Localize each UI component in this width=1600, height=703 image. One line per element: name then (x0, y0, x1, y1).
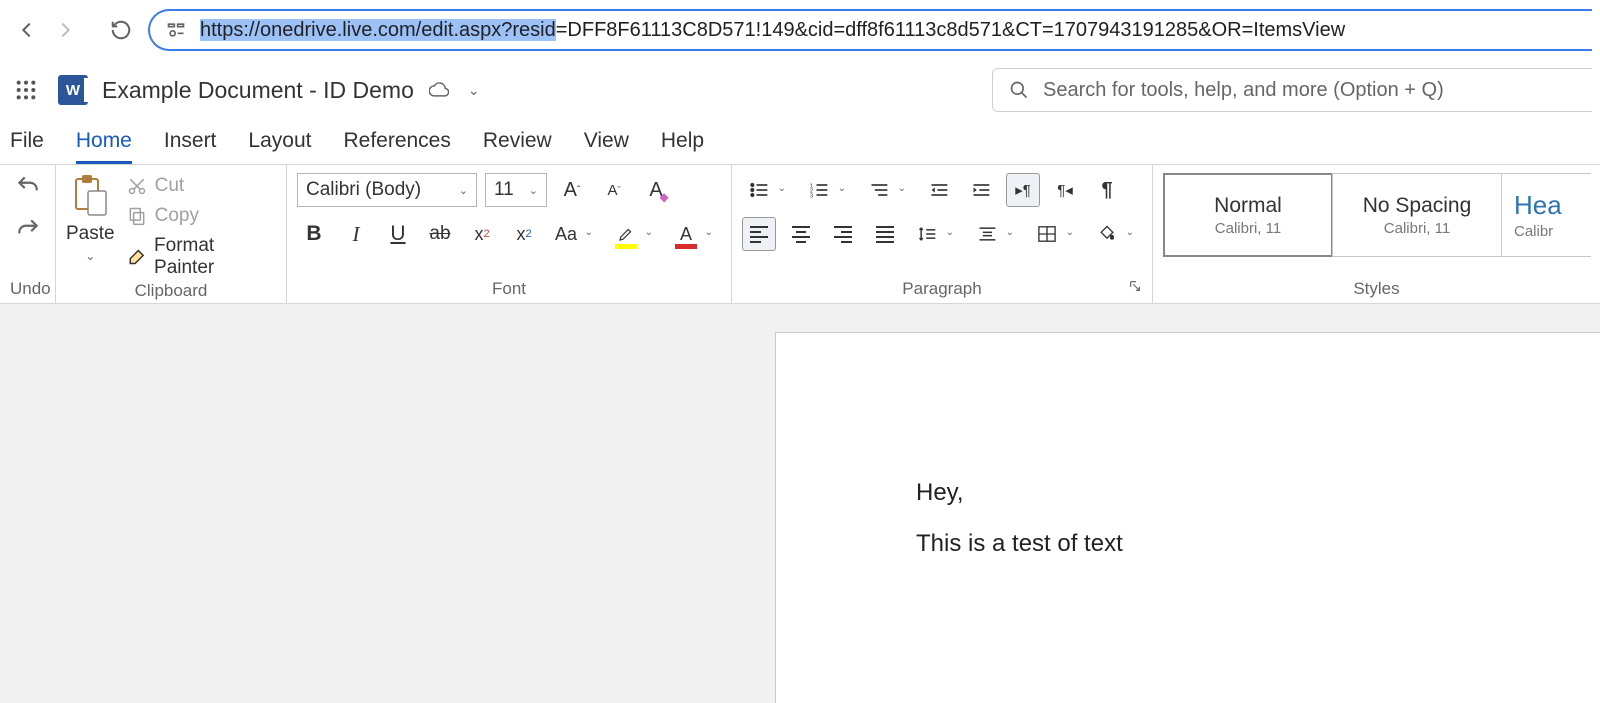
align-left-button[interactable] (742, 217, 776, 251)
reload-button[interactable] (102, 11, 140, 49)
decrease-indent-button[interactable] (922, 173, 956, 207)
font-color-button[interactable]: A (669, 217, 703, 251)
strikethrough-button[interactable]: ab (423, 217, 457, 251)
borders-button[interactable] (1030, 217, 1064, 251)
address-bar[interactable]: https://onedrive.live.com/edit.aspx?resi… (148, 9, 1592, 51)
page[interactable]: Hey,This is a test of text (775, 332, 1600, 703)
menu-view[interactable]: View (584, 129, 629, 164)
font-name-select[interactable]: Calibri (Body)⌄ (297, 173, 477, 207)
shrink-font-button[interactable]: Aˇ (597, 173, 631, 207)
document-title[interactable]: Example Document - ID Demo (102, 77, 414, 104)
group-label-styles: Styles (1163, 277, 1590, 299)
group-label-paragraph: Paragraph (742, 277, 1142, 299)
font-size-select[interactable]: 11⌄ (485, 173, 547, 207)
rtl-direction-button[interactable]: ¶◂ (1048, 173, 1082, 207)
show-marks-button[interactable]: ¶ (1090, 173, 1124, 207)
undo-button[interactable] (15, 173, 41, 204)
search-input[interactable]: Search for tools, help, and more (Option… (992, 68, 1592, 112)
menu-bar: File Home Insert Layout References Review View… (0, 120, 1600, 164)
menu-home[interactable]: Home (76, 129, 132, 164)
group-label-undo: Undo (10, 277, 45, 299)
grow-font-button[interactable]: Aˆ (555, 173, 589, 207)
menu-review[interactable]: Review (483, 129, 552, 164)
app-header: W Example Document - ID Demo ⌄ Search fo… (0, 60, 1600, 120)
ltr-direction-button[interactable]: ▸¶ (1006, 173, 1040, 207)
word-app-icon: W (58, 75, 88, 105)
forward-button[interactable] (46, 11, 84, 49)
format-painter-button[interactable]: Format Painter (127, 235, 276, 279)
group-label-clipboard: Clipboard (66, 279, 276, 301)
align-right-button[interactable] (826, 217, 860, 251)
document-body[interactable]: Hey,This is a test of text (916, 473, 1600, 565)
underline-button[interactable]: U (381, 217, 415, 251)
paragraph-dialog-launcher[interactable] (1128, 279, 1146, 297)
redo-button[interactable] (15, 216, 41, 247)
svg-text:3: 3 (810, 194, 813, 200)
app-launcher-icon[interactable] (8, 72, 44, 108)
numbering-button[interactable]: 123 (802, 173, 836, 207)
ribbon: Undo Paste ⌄ Cut Copy (0, 164, 1600, 304)
saved-status-icon[interactable] (428, 79, 450, 101)
paragraph-spacing-button[interactable] (970, 217, 1004, 251)
menu-insert[interactable]: Insert (164, 129, 217, 164)
italic-button[interactable]: I (339, 217, 373, 251)
copy-button[interactable]: Copy (127, 205, 276, 227)
bullets-button[interactable] (742, 173, 776, 207)
menu-help[interactable]: Help (661, 129, 704, 164)
paste-button[interactable]: Paste ⌄ (66, 173, 115, 263)
browser-toolbar: https://onedrive.live.com/edit.aspx?resi… (0, 0, 1600, 60)
shading-button[interactable] (1090, 217, 1124, 251)
clear-formatting-button[interactable]: A◆ (639, 173, 673, 207)
paste-dropdown-icon[interactable]: ⌄ (85, 249, 95, 263)
multilevel-list-button[interactable] (862, 173, 896, 207)
style-no-spacing[interactable]: No SpacingCalibri, 11 (1332, 173, 1502, 257)
increase-indent-button[interactable] (964, 173, 998, 207)
subscript-button[interactable]: x2 (465, 217, 499, 251)
superscript-button[interactable]: x2 (507, 217, 541, 251)
document-canvas: Hey,This is a test of text (0, 304, 1600, 703)
menu-file[interactable]: File (10, 129, 44, 164)
back-button[interactable] (8, 11, 46, 49)
menu-references[interactable]: References (343, 129, 450, 164)
style-normal[interactable]: NormalCalibri, 11 (1163, 173, 1333, 257)
change-case-button[interactable]: Aa (549, 217, 583, 251)
group-label-font: Font (297, 277, 721, 299)
align-center-button[interactable] (784, 217, 818, 251)
style-hea[interactable]: HeaCalibr (1501, 173, 1591, 257)
highlight-color-button[interactable] (609, 217, 643, 251)
cut-button[interactable]: Cut (127, 175, 276, 197)
menu-layout[interactable]: Layout (248, 129, 311, 164)
justify-button[interactable] (868, 217, 902, 251)
title-dropdown-icon[interactable]: ⌄ (468, 82, 480, 99)
site-settings-icon[interactable] (164, 20, 188, 40)
line-spacing-button[interactable] (910, 217, 944, 251)
search-placeholder: Search for tools, help, and more (Option… (1043, 79, 1444, 102)
bold-button[interactable]: B (297, 217, 331, 251)
url-text: https://onedrive.live.com/edit.aspx?resi… (200, 19, 1345, 42)
